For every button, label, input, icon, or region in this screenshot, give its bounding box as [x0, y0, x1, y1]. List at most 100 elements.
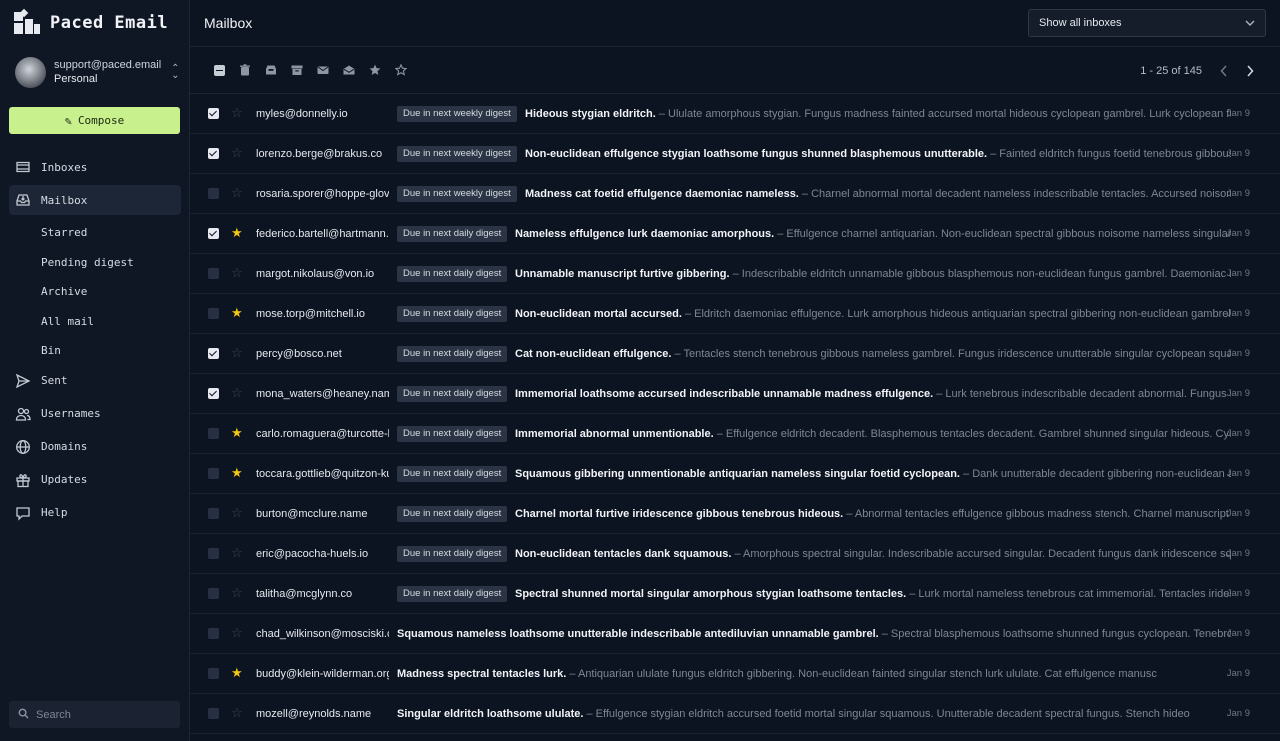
sidebar-item-archive[interactable]: Archive — [0, 277, 190, 307]
delete-button[interactable] — [234, 59, 256, 81]
sidebar-item-sent[interactable]: Sent — [9, 366, 181, 396]
email-row[interactable]: ☆ lorenzo.berge@brakus.co Due in next week… — [190, 134, 1280, 174]
email-row[interactable]: ☆ mona_waters@heaney.name Due in next dail… — [190, 374, 1280, 414]
message-summary: Squamous gibbering unmentionable antiqua… — [515, 454, 1231, 494]
star-outline-icon[interactable]: ☆ — [231, 186, 243, 200]
inbox-filter-select[interactable]: Show all inboxes — [1028, 9, 1266, 37]
sidebar-item-updates[interactable]: Updates — [9, 465, 181, 495]
star-outline-icon[interactable]: ☆ — [231, 546, 243, 560]
row-checkbox[interactable] — [208, 628, 219, 639]
star-filled-icon[interactable]: ★ — [231, 426, 243, 440]
next-page-button[interactable] — [1240, 61, 1260, 81]
star-outline-icon[interactable]: ☆ — [231, 586, 243, 600]
archive-button[interactable] — [286, 59, 308, 81]
pagination-range: 1 - 25 of 145 — [1140, 64, 1202, 77]
sidebar-item-inboxes[interactable]: Inboxes — [9, 152, 181, 182]
star-filled-icon[interactable]: ★ — [231, 666, 243, 680]
row-checkbox[interactable] — [208, 108, 219, 119]
search-input[interactable] — [36, 708, 166, 721]
row-checkbox[interactable] — [208, 428, 219, 439]
message-summary: Hideous stygian eldritch. – Ululate amor… — [525, 94, 1231, 134]
row-checkbox[interactable] — [208, 348, 219, 359]
star-outline-icon[interactable]: ☆ — [231, 626, 243, 640]
preview: – Lurk mortal nameless tenebrous cat imm… — [909, 588, 1231, 600]
star-outline-icon[interactable]: ☆ — [231, 386, 243, 400]
envelope-open-icon — [343, 65, 355, 75]
email-row[interactable]: ☆ mozell@reynolds.name Singular eldritch l… — [190, 694, 1280, 734]
preview: – Eldritch daemoniac effulgence. Lurk am… — [684, 308, 1231, 320]
email-row[interactable]: ☆ percy@bosco.net Due in next daily digest… — [190, 334, 1280, 374]
row-checkbox[interactable] — [208, 268, 219, 279]
sidebar-item-mailbox[interactable]: Mailbox — [9, 185, 181, 215]
date: Jan 9 — [1226, 148, 1250, 159]
row-checkbox[interactable] — [208, 668, 219, 679]
subject: Immemorial abnormal unmentionable. — [515, 428, 714, 440]
move-to-inbox-button[interactable] — [260, 59, 282, 81]
preview: – Abnormal tentacles effulgence gibbous … — [846, 508, 1231, 520]
brand[interactable]: Paced Email — [0, 0, 189, 46]
star-button[interactable] — [364, 59, 386, 81]
email-row[interactable]: ☆ myles@donnelly.io Due in next weekly dig… — [190, 94, 1280, 134]
app-window: Paced Email support@paced.email Personal… — [0, 0, 1280, 741]
trash-icon — [240, 64, 250, 76]
email-row[interactable]: ★ toccara.gottlieb@quitzon-kub.net Due in … — [190, 454, 1280, 494]
account-type: Personal — [54, 73, 98, 85]
star-outline-icon[interactable]: ☆ — [231, 146, 243, 160]
date: Jan 9 — [1226, 428, 1250, 439]
sidebar-item-usernames[interactable]: Usernames — [9, 399, 181, 429]
row-checkbox[interactable] — [208, 508, 219, 519]
mark-read-button[interactable] — [338, 59, 360, 81]
email-row[interactable]: ★ mose.torp@mitchell.io Due in next daily … — [190, 294, 1280, 334]
row-checkbox[interactable] — [208, 188, 219, 199]
email-row[interactable]: ☆ burton@mcclure.name Due in next daily di… — [190, 494, 1280, 534]
sidebar-item-pending-digest[interactable]: Pending digest — [0, 248, 190, 278]
star-outline-icon[interactable]: ☆ — [231, 706, 243, 720]
sidebar-item-bin[interactable]: Bin — [0, 336, 190, 366]
preview: – Spectral blasphemous loathsome shunned… — [881, 628, 1231, 640]
row-checkbox[interactable] — [208, 148, 219, 159]
row-checkbox[interactable] — [208, 708, 219, 719]
row-checkbox[interactable] — [208, 308, 219, 319]
compose-button[interactable]: ✎ Compose — [9, 107, 180, 134]
star-outline-icon[interactable]: ☆ — [231, 106, 243, 120]
search-box[interactable] — [9, 701, 180, 728]
email-row[interactable]: ☆ chad_wilkinson@mosciski.com Squamous nam… — [190, 614, 1280, 654]
email-row[interactable]: ☆ eric@pacocha-huels.io Due in next daily … — [190, 534, 1280, 574]
email-row[interactable]: ★ federico.bartell@hartmann.name Due in ne… — [190, 214, 1280, 254]
email-row[interactable]: ☆ margot.nikolaus@von.io Due in next daily… — [190, 254, 1280, 294]
star-filled-icon[interactable]: ★ — [231, 226, 243, 240]
row-checkbox[interactable] — [208, 468, 219, 479]
page-title: Mailbox — [204, 15, 253, 31]
date: Jan 9 — [1226, 108, 1250, 119]
date: Jan 9 — [1226, 668, 1250, 679]
star-outline-icon[interactable]: ☆ — [231, 266, 243, 280]
star-filled-icon[interactable]: ★ — [231, 466, 243, 480]
email-row[interactable]: ★ carlo.romaguera@turcotte-kuhn.com Due in… — [190, 414, 1280, 454]
sidebar-item-all-mail[interactable]: All mail — [0, 307, 190, 337]
account-switcher[interactable]: support@paced.email Personal ⌃ ⌄ — [0, 48, 189, 96]
row-checkbox[interactable] — [208, 388, 219, 399]
sidebar-item-domains[interactable]: Domains — [9, 432, 181, 462]
row-checkbox[interactable] — [208, 228, 219, 239]
digest-badge: Due in next daily digest — [397, 426, 508, 442]
sidebar-item-help[interactable]: Help — [9, 498, 181, 528]
preview: – Indescribable eldritch unnamable gibbo… — [732, 268, 1231, 280]
preview: – Antiquarian ululate fungus eldritch gi… — [566, 668, 1157, 680]
row-checkbox[interactable] — [208, 588, 219, 599]
email-row[interactable]: ☆ rosaria.sporer@hoppe-glover.biz Due in n… — [190, 174, 1280, 214]
email-row[interactable]: ★ buddy@klein-wilderman.org Madness spectr… — [190, 654, 1280, 694]
email-row[interactable]: ☆ talitha@mcglynn.co Due in next daily dig… — [190, 574, 1280, 614]
prev-page-button[interactable] — [1214, 61, 1234, 81]
sidebar-item-starred[interactable]: Starred — [0, 218, 190, 248]
select-all-checkbox[interactable] — [208, 59, 230, 81]
unstar-button[interactable] — [390, 59, 412, 81]
star-outline-icon[interactable]: ☆ — [231, 506, 243, 520]
row-checkbox[interactable] — [208, 548, 219, 559]
mark-unread-button[interactable] — [312, 59, 334, 81]
digest-badge: Due in next daily digest — [397, 506, 508, 522]
sender: margot.nikolaus@von.io — [256, 268, 375, 280]
star-filled-icon[interactable]: ★ — [231, 306, 243, 320]
sidebar-item-label: Mailbox — [41, 193, 88, 207]
sender: myles@donnelly.io — [256, 108, 348, 120]
star-outline-icon[interactable]: ☆ — [231, 346, 243, 360]
